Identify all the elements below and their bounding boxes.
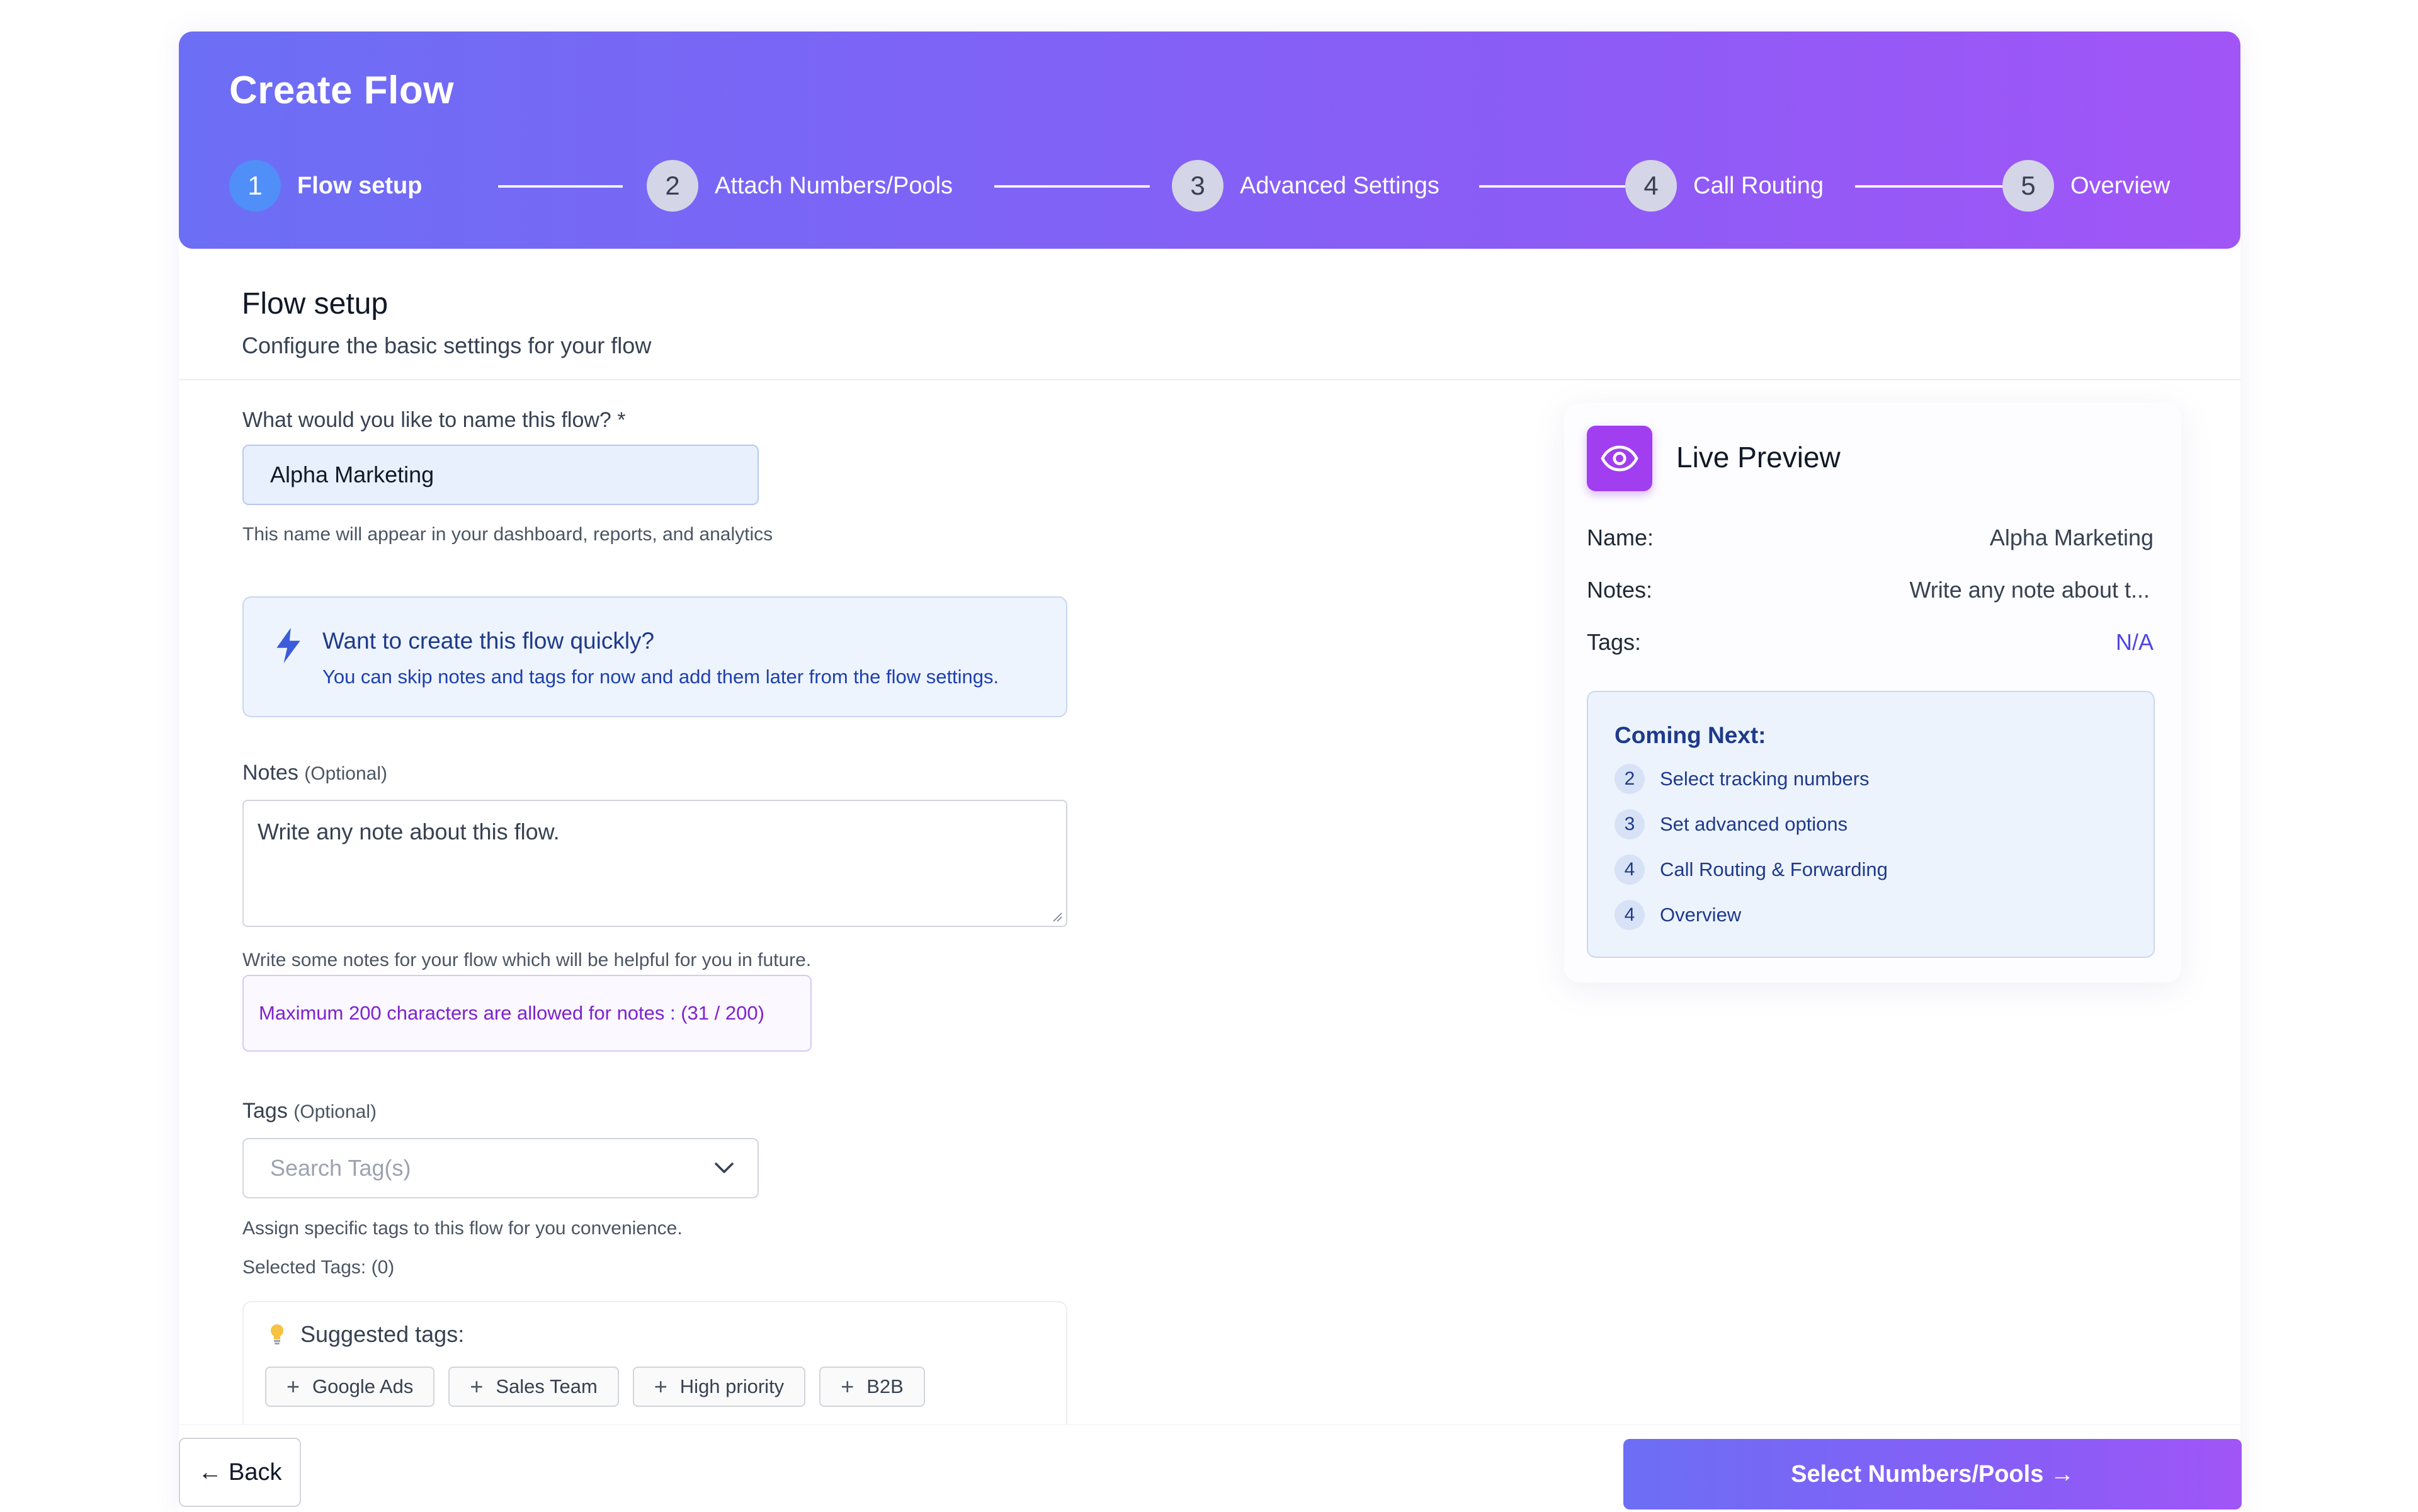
step-connector [994, 185, 1150, 188]
step-label: Call Routing [1693, 172, 1824, 199]
step-connector [1479, 185, 1635, 188]
coming-next-number: 2 [1615, 764, 1645, 794]
chip-label: High priority [679, 1375, 785, 1397]
notes-char-limit: Maximum 200 characters are allowed for n… [242, 975, 812, 1052]
flow-name-value: Alpha Marketing [270, 462, 434, 487]
step-label: Flow setup [297, 172, 423, 199]
tip-text: You can skip notes and tags for now and … [322, 666, 999, 688]
lightbulb-icon [271, 1324, 283, 1344]
tags-optional: (Optional) [293, 1101, 377, 1122]
notes-label: Notes (Optional) [242, 761, 387, 785]
chip-label: Google Ads [312, 1375, 414, 1397]
step-label: Overview [2070, 172, 2171, 199]
plus-icon: + [841, 1373, 854, 1399]
back-button[interactable]: ← Back [179, 1438, 301, 1507]
step-flow-setup[interactable]: 1 Flow setup [229, 159, 422, 212]
step-connector [498, 185, 623, 188]
step-advanced-settings[interactable]: 3 Advanced Settings [1172, 159, 1439, 212]
step-number: 2 [647, 160, 698, 212]
chip-label: Sales Team [496, 1375, 598, 1397]
preview-notes-value: Write any note about t... [1909, 577, 2150, 603]
notes-textarea[interactable]: Write any note about this flow. [242, 800, 1067, 927]
section-divider [179, 379, 2240, 380]
step-number: 1 [229, 160, 281, 212]
notes-optional: (Optional) [304, 763, 387, 784]
coming-next-number: 4 [1615, 855, 1645, 885]
coming-next-title: Coming Next: [1615, 722, 1766, 748]
step-number: 5 [2002, 160, 2054, 212]
tip-title: Want to create this flow quickly? [322, 628, 655, 654]
resize-grip-icon[interactable] [1051, 911, 1062, 922]
plus-icon: + [654, 1373, 667, 1399]
flow-name-helper: This name will appear in your dashboard,… [242, 524, 773, 545]
flow-name-input[interactable]: Alpha Marketing [242, 445, 759, 505]
quick-create-tip: Want to create this flow quickly? You ca… [242, 596, 1067, 717]
coming-next-item: 4 Call Routing & Forwarding [1615, 855, 1888, 885]
coming-next-number: 3 [1615, 809, 1645, 839]
section-title: Flow setup [242, 287, 389, 321]
create-flow-header: Create Flow 1 Flow setup 2 Attach Number… [179, 31, 2240, 249]
coming-next-number: 4 [1615, 900, 1645, 930]
page-title: Create Flow [229, 69, 454, 112]
step-label: Advanced Settings [1240, 172, 1439, 199]
tags-label-text: Tags [242, 1099, 288, 1123]
section-header: Flow setup Configure the basic settings … [242, 287, 651, 359]
select-numbers-button[interactable]: Select Numbers/Pools → [1623, 1439, 2242, 1509]
notes-label-text: Notes [242, 761, 298, 785]
preview-tags-value: N/A [2115, 629, 2154, 655]
plus-icon: + [287, 1373, 300, 1399]
flow-name-label: What would you like to name this flow? * [242, 408, 626, 432]
coming-next-item: 3 Set advanced options [1615, 809, 1848, 839]
step-call-routing[interactable]: 4 Call Routing [1625, 159, 1824, 212]
suggested-tag-chip[interactable]: + B2B [819, 1367, 925, 1407]
notes-value: Write any note about this flow. [258, 819, 560, 844]
tag-search-placeholder: Search Tag(s) [270, 1155, 411, 1181]
notes-helper: Write some notes for your flow which wil… [242, 950, 812, 970]
char-limit-text: Maximum 200 characters are allowed for n… [259, 1002, 764, 1024]
suggested-tag-chip[interactable]: + Google Ads [265, 1367, 435, 1407]
step-label: Attach Numbers/Pools [715, 172, 953, 199]
step-attach-numbers[interactable]: 2 Attach Numbers/Pools [647, 159, 953, 212]
eye-icon [1587, 426, 1652, 491]
tags-label: Tags (Optional) [242, 1099, 377, 1123]
preview-notes-row: Notes: Write any note about t... [1587, 577, 2154, 603]
tag-search-select[interactable]: Search Tag(s) [242, 1138, 759, 1198]
preview-name-row: Name: Alpha Marketing [1587, 525, 2154, 551]
coming-next-item: 4 Overview [1615, 900, 1741, 930]
step-overview[interactable]: 5 Overview [2002, 159, 2170, 212]
preview-tags-label: Tags: [1587, 629, 1642, 655]
coming-next-box: Coming Next: 2 Select tracking numbers 3… [1587, 691, 2155, 958]
suggested-tag-chip[interactable]: + Sales Team [448, 1367, 619, 1407]
step-connector [1855, 185, 2011, 188]
suggested-tags-title: Suggested tags: [269, 1321, 464, 1348]
step-number: 4 [1625, 160, 1677, 212]
tags-helper: Assign specific tags to this flow for yo… [242, 1218, 683, 1239]
coming-next-label: Overview [1660, 904, 1742, 926]
suggested-tag-chip[interactable]: + High priority [632, 1367, 806, 1407]
plus-icon: + [470, 1373, 484, 1399]
coming-next-item: 2 Select tracking numbers [1615, 764, 1870, 794]
chevron-down-icon[interactable] [713, 1161, 735, 1176]
suggested-tag-chips: + Google Ads + Sales Team + High priorit… [265, 1367, 925, 1407]
preview-tags-row: Tags: N/A [1587, 629, 2154, 656]
preview-name-value: Alpha Marketing [1989, 525, 2154, 550]
preview-notes-label: Notes: [1587, 577, 1653, 603]
selected-tags-count: Selected Tags: (0) [242, 1257, 395, 1278]
suggested-tags-title-text: Suggested tags: [300, 1321, 465, 1347]
live-preview-title: Live Preview [1676, 441, 1841, 474]
chip-label: B2B [866, 1375, 904, 1397]
step-number: 3 [1172, 160, 1223, 212]
preview-name-label: Name: [1587, 525, 1654, 550]
stepper: 1 Flow setup 2 Attach Numbers/Pools 3 Ad… [229, 159, 2213, 212]
lightning-icon [276, 628, 300, 663]
coming-next-label: Set advanced options [1660, 813, 1848, 835]
coming-next-label: Select tracking numbers [1660, 768, 1870, 790]
coming-next-label: Call Routing & Forwarding [1660, 858, 1888, 880]
section-subtitle: Configure the basic settings for your fl… [242, 333, 652, 358]
